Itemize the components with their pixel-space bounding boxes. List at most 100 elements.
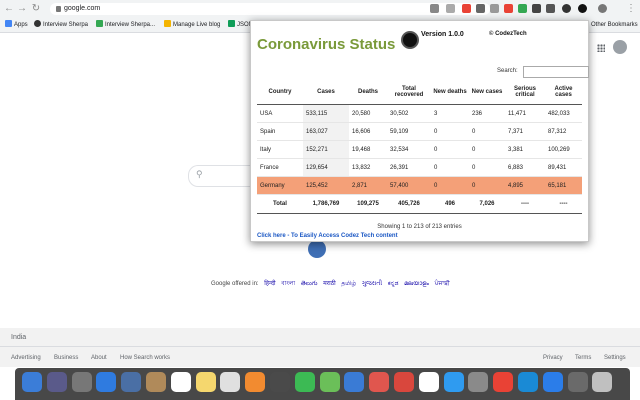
cell-recovered: 30,502 (387, 104, 431, 123)
total-new-cases: 7,026 (469, 194, 505, 214)
dock-app-icon[interactable] (542, 372, 563, 392)
table-row[interactable]: Spain 163,027 16,606 59,109 0 0 7,371 87,312 (257, 122, 582, 141)
table-search-input[interactable] (523, 66, 589, 78)
dock-app-icon[interactable] (22, 372, 42, 392)
table-row[interactable]: Germany 125,452 2,871 57,400 0 0 4,895 65,181 (257, 176, 582, 195)
reload-icon[interactable]: ↻ (31, 3, 41, 15)
dock-app-icon[interactable] (468, 372, 489, 392)
dock-app-icon[interactable] (592, 372, 613, 392)
dock-app-icon[interactable] (344, 372, 365, 392)
coronavirus-extension-icon[interactable] (578, 4, 587, 13)
cell-new-deaths: 3 (431, 104, 469, 123)
table-row[interactable]: USA 533,115 20,580 30,502 3 236 11,471 482,033 (257, 104, 582, 123)
cell-critical: 6,883 (505, 158, 545, 177)
google-logo-emblem[interactable] (308, 240, 326, 258)
table-info: Showing 1 to 213 of 213 entries (377, 224, 462, 230)
dock-app-icon[interactable] (493, 372, 514, 392)
footer-link-about[interactable]: About (91, 355, 107, 361)
language-link[interactable]: ગુજરાતી (362, 281, 382, 287)
google-apps-icon[interactable] (597, 44, 605, 52)
dock-app-icon[interactable] (245, 372, 266, 392)
footer-link-settings[interactable]: Settings (604, 355, 626, 361)
other-bookmarks[interactable]: Other Bookmarks (591, 20, 638, 30)
cell-cases: 152,271 (303, 140, 349, 159)
column-header[interactable]: Cases (303, 79, 349, 105)
country-label: India (11, 334, 27, 341)
column-header[interactable]: Deaths (349, 79, 387, 105)
column-header[interactable]: Total recovered (387, 79, 431, 105)
dock-app-icon[interactable] (220, 372, 241, 392)
footer-link-how-search-works[interactable]: How Search works (120, 355, 170, 361)
column-header[interactable]: New deaths (431, 79, 469, 105)
dock-app-icon[interactable] (121, 372, 142, 392)
extension-icon[interactable] (462, 4, 471, 13)
dock-app-icon[interactable] (270, 372, 290, 392)
back-icon[interactable]: ← (4, 3, 14, 15)
address-bar[interactable]: google.com (50, 3, 490, 15)
footer-link-advertising[interactable]: Advertising (11, 355, 41, 361)
dock-app-icon[interactable] (294, 372, 315, 392)
status-table: Country Cases Deaths Total recovered New… (257, 79, 582, 214)
language-link[interactable]: हिन्दी (264, 281, 275, 287)
dock-app-icon[interactable] (418, 372, 439, 392)
language-link[interactable]: ಕನ್ನಡ (388, 281, 399, 287)
dock-app-icon[interactable] (46, 372, 67, 392)
footer-link-business[interactable]: Business (54, 355, 78, 361)
footer-link-terms[interactable]: Terms (575, 355, 591, 361)
extension-icon[interactable] (532, 4, 541, 13)
zoom-icon[interactable] (430, 4, 439, 13)
copyright-label: © CodezTech (489, 31, 527, 37)
dock-app-icon[interactable] (96, 372, 117, 392)
column-header[interactable]: Serious critical (505, 79, 545, 105)
dock-app-icon[interactable] (369, 372, 390, 392)
cell-cases: 125,452 (303, 176, 349, 195)
dock-app-icon[interactable] (567, 372, 588, 392)
menu-icon[interactable]: ⋮ (626, 3, 636, 15)
dock-app-icon[interactable] (443, 372, 464, 392)
forward-icon[interactable]: → (17, 3, 27, 15)
dock-app-icon[interactable] (195, 372, 216, 392)
language-link[interactable]: मराठी (323, 281, 336, 287)
bookmark-item[interactable]: Interview Sherpa (34, 20, 88, 30)
cell-new-cases: 0 (469, 176, 505, 195)
language-link[interactable]: తెలుగు (301, 281, 318, 287)
language-link[interactable]: മലയാളം (404, 281, 429, 287)
avatar[interactable] (613, 40, 627, 54)
browser-toolbar: ← → ↻ google.com ⋮ (0, 0, 640, 18)
dock-app-icon[interactable] (71, 372, 92, 392)
language-link[interactable]: ਪੰਜਾਬੀ (435, 281, 450, 287)
extension-icon[interactable] (562, 4, 571, 13)
bookmark-item[interactable]: Manage Live blog (164, 20, 220, 30)
cell-new-deaths: 0 (431, 140, 469, 159)
codeztech-link[interactable]: Click here - To Easily Access Codez Tech… (257, 233, 398, 239)
country-bar: India (0, 328, 640, 347)
total-new-deaths: 496 (431, 194, 469, 214)
footer-link-privacy[interactable]: Privacy (543, 355, 563, 361)
cell-cases: 129,654 (303, 158, 349, 177)
cell-new-cases: 236 (469, 104, 505, 123)
column-header[interactable]: New cases (469, 79, 505, 105)
extension-icon[interactable] (518, 4, 527, 13)
table-row[interactable]: Italy 152,271 19,468 32,534 0 0 3,381 100,269 (257, 140, 582, 159)
dock-app-icon[interactable] (394, 372, 414, 392)
dock-app-icon[interactable] (146, 372, 166, 392)
profile-icon[interactable] (598, 4, 607, 13)
bookmark-item[interactable]: Interview Sherpa... (96, 20, 155, 30)
language-link[interactable]: தமிழ் (341, 281, 356, 287)
extension-icon[interactable] (504, 4, 513, 13)
extension-icon[interactable] (490, 4, 499, 13)
dock-app-icon[interactable] (170, 372, 191, 392)
search-icon: ⚲ (196, 169, 203, 179)
language-link[interactable]: বাংলা (281, 281, 295, 287)
bookmark-star-icon[interactable] (446, 4, 455, 13)
column-header[interactable]: Active cases (545, 79, 582, 105)
cell-active: 87,312 (545, 122, 582, 141)
table-row[interactable]: France 129,654 13,832 26,391 0 0 6,883 89,431 (257, 158, 582, 177)
column-header[interactable]: Country (257, 79, 303, 105)
bookmark-apps[interactable]: Apps (5, 20, 28, 30)
extension-icon[interactable] (546, 4, 555, 13)
dock-app-icon[interactable] (518, 372, 538, 392)
dock-app-icon[interactable] (319, 372, 340, 392)
cell-new-cases: 0 (469, 158, 505, 177)
extension-icon[interactable] (476, 4, 485, 13)
